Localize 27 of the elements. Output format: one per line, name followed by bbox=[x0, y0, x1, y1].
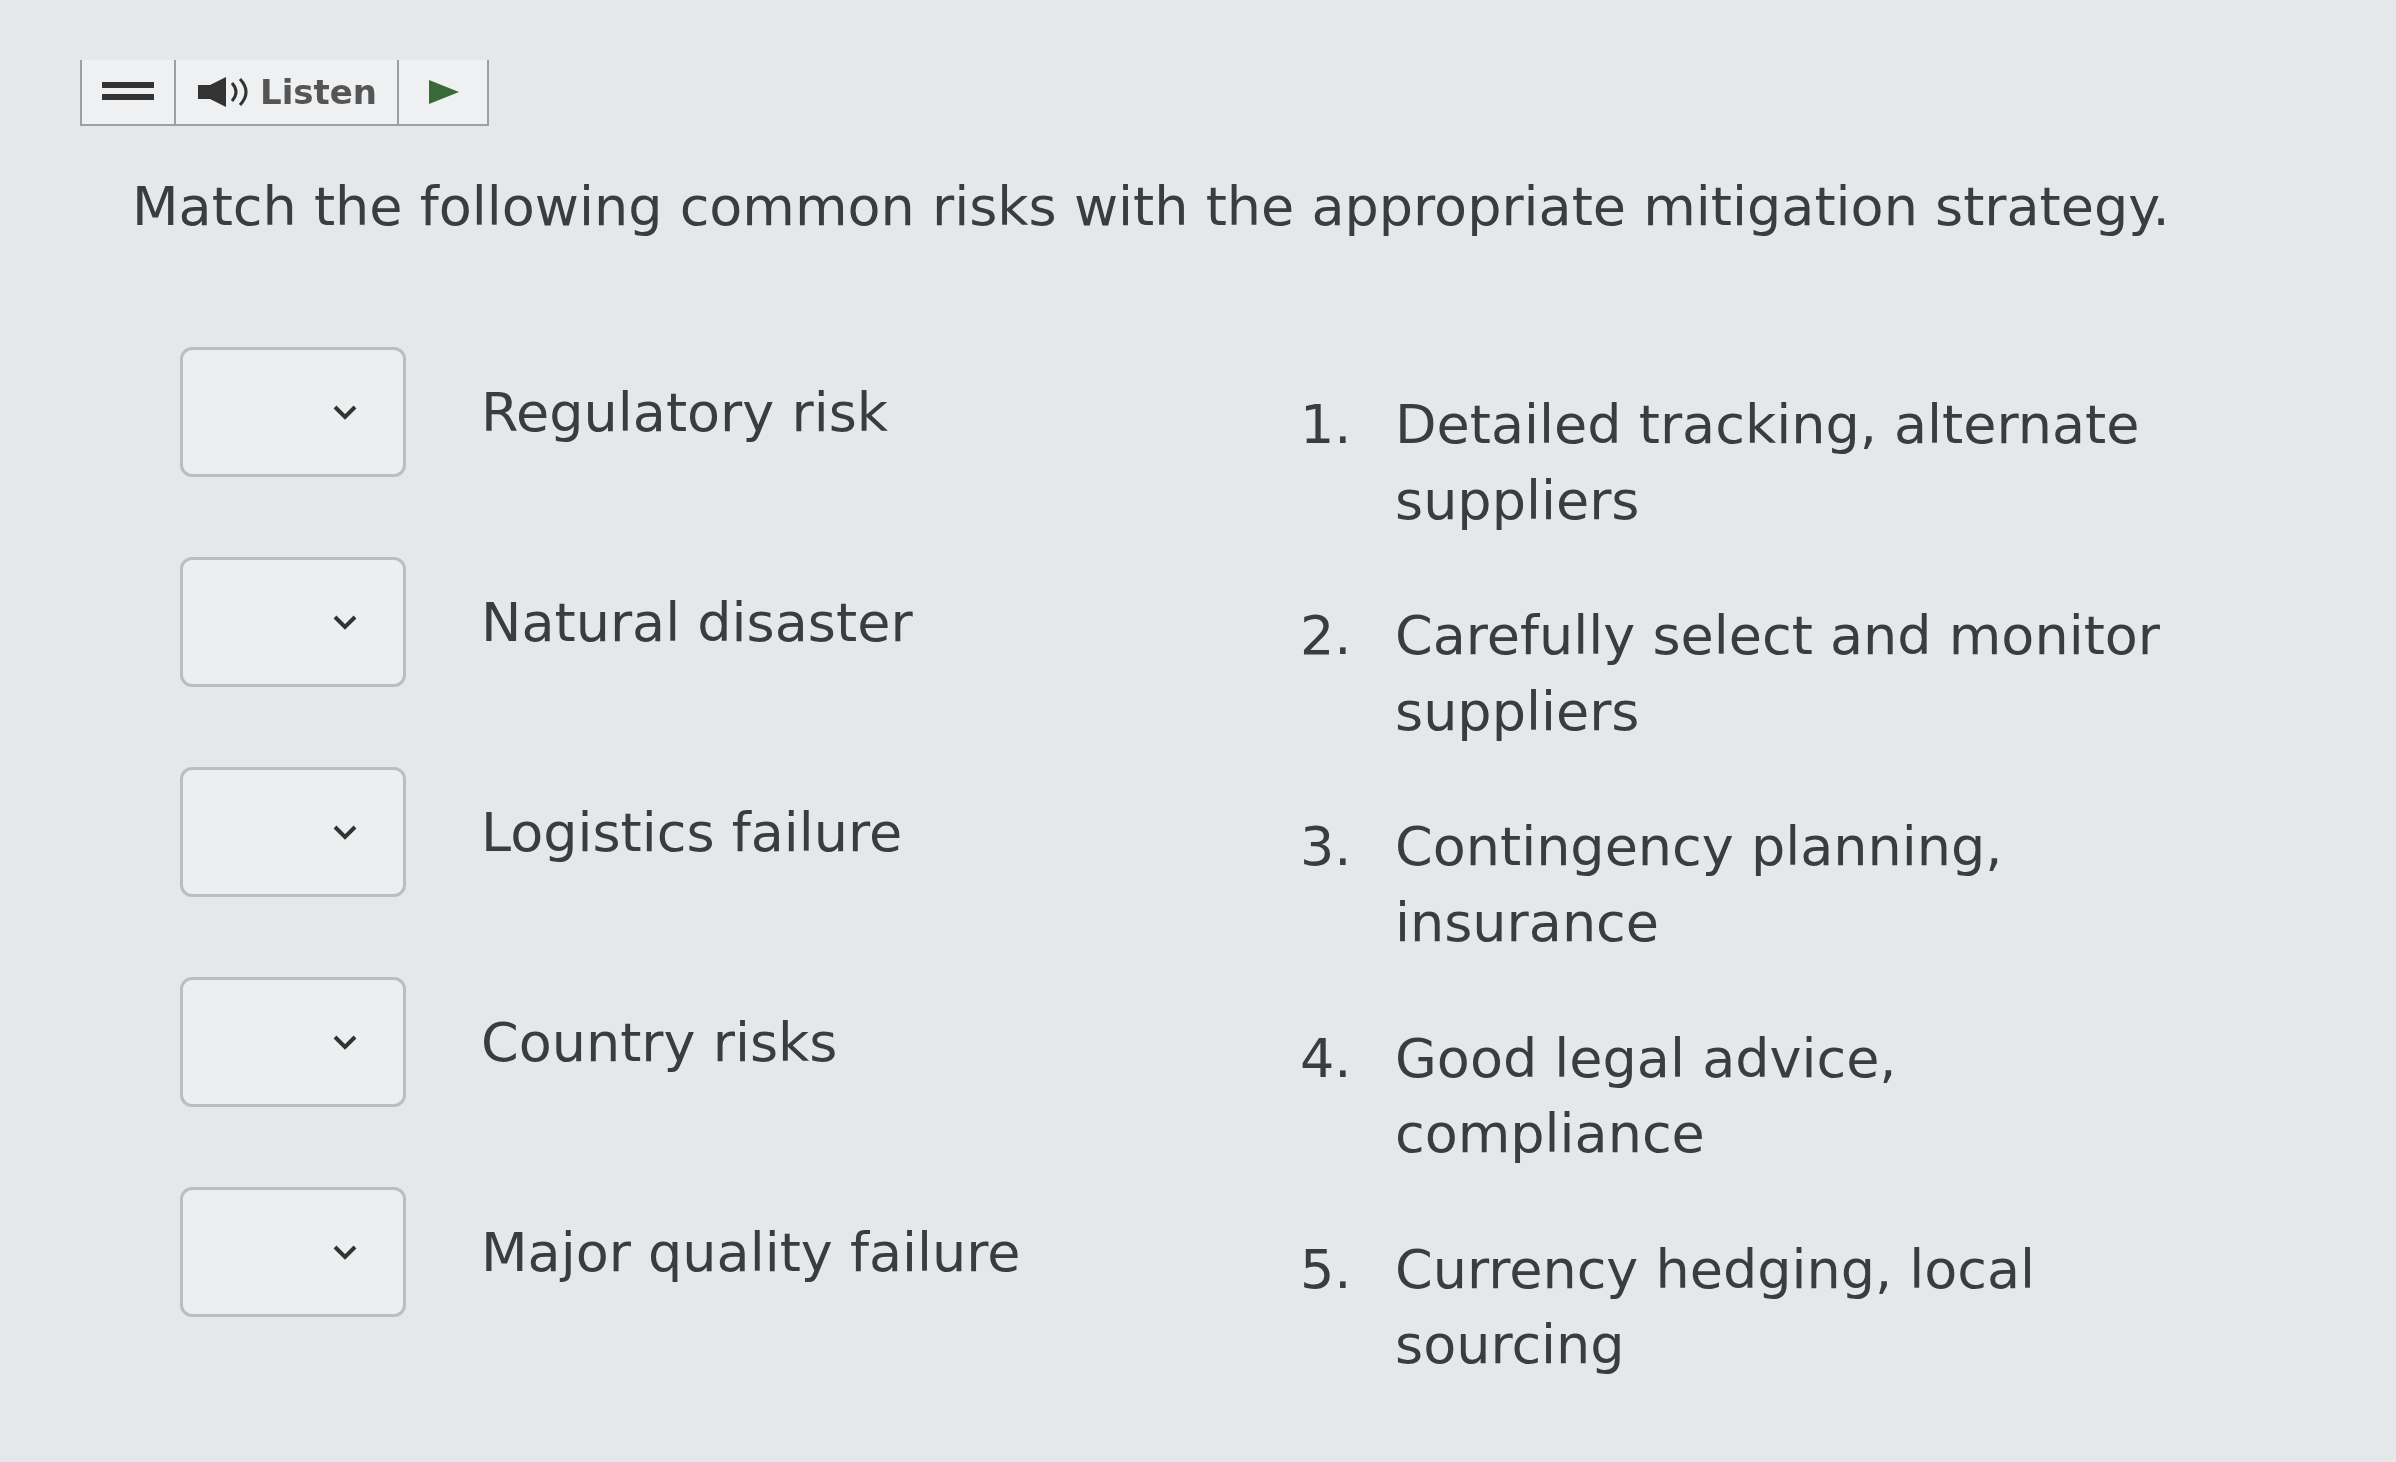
risk-label: Regulatory risk bbox=[481, 379, 889, 446]
answer-dropdown[interactable] bbox=[180, 347, 406, 477]
chevron-down-icon bbox=[332, 1034, 358, 1050]
strategy-text: Good legal advice, compliance bbox=[1395, 1025, 1898, 1168]
answer-dropdown[interactable] bbox=[180, 557, 406, 687]
item-number: 1. bbox=[1300, 392, 1353, 458]
strategy-text: Currency hedging, local sourcing bbox=[1395, 1236, 2037, 1379]
item-number: 2. bbox=[1300, 603, 1353, 670]
answer-dropdown[interactable] bbox=[180, 977, 406, 1107]
chevron-down-icon bbox=[332, 404, 358, 420]
strategy-text: Carefully select and monitor suppliers bbox=[1395, 603, 2162, 745]
strategy-text: Contingency planning, insurance bbox=[1395, 814, 2004, 956]
risk-label: Logistics failure bbox=[481, 799, 903, 866]
item-number: 4. bbox=[1300, 1025, 1353, 1092]
question-text: Match the following common risks with the appropriate mitigation strategy. bbox=[132, 174, 2171, 240]
risk-label: Country risks bbox=[481, 1009, 838, 1076]
answer-dropdown[interactable] bbox=[180, 767, 406, 897]
chevron-down-icon bbox=[332, 1244, 358, 1260]
chevron-down-icon bbox=[332, 824, 358, 840]
risk-label: Natural disaster bbox=[481, 589, 913, 656]
answer-dropdown[interactable] bbox=[180, 1187, 406, 1317]
speaker-icon bbox=[196, 77, 248, 107]
item-number: 5. bbox=[1300, 1236, 1353, 1303]
chevron-down-icon bbox=[332, 614, 358, 630]
risk-label: Major quality failure bbox=[481, 1219, 1021, 1286]
strategy-text: Detailed tracking, alternate suppliers bbox=[1395, 392, 2141, 534]
item-number: 3. bbox=[1300, 814, 1353, 881]
